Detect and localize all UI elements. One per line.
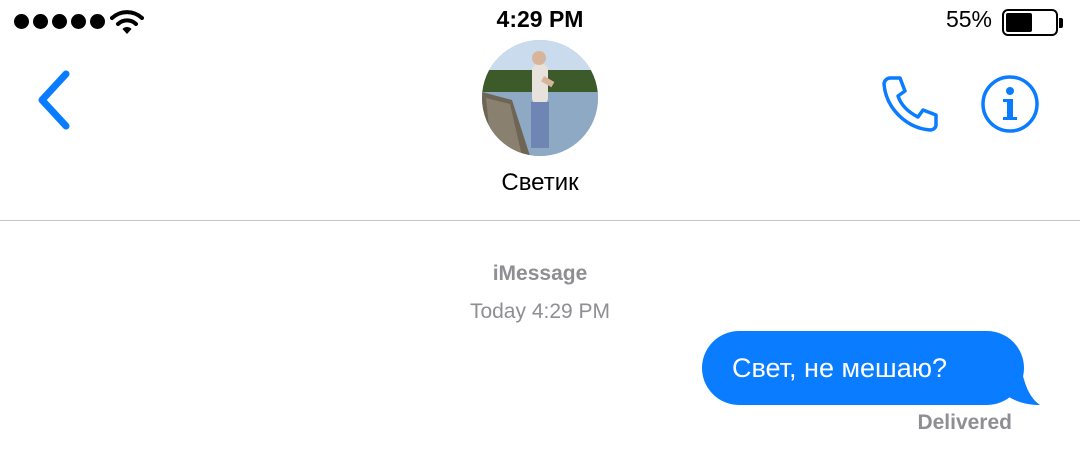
status-time: 4:29 PM	[496, 6, 584, 32]
avatar[interactable]	[482, 40, 598, 156]
contact-name[interactable]: Светик	[0, 169, 1080, 197]
battery-fill	[1006, 13, 1033, 32]
info-button[interactable]	[978, 72, 1042, 136]
battery-icon	[1002, 9, 1063, 36]
outgoing-message: Свет, не мешаю?	[702, 331, 1040, 407]
phone-icon	[882, 76, 938, 132]
status-bar: 4:29 PM 55%	[0, 0, 1080, 40]
call-button[interactable]	[878, 72, 942, 136]
info-icon	[981, 75, 1039, 133]
battery-percent: 55%	[945, 6, 992, 32]
service-label: iMessage	[492, 262, 588, 285]
chevron-left-icon	[38, 70, 70, 130]
conversation-header: Светик	[0, 40, 1080, 221]
message-timestamp: Today 4:29 PM	[469, 300, 611, 323]
delivery-status: Delivered	[917, 411, 1012, 434]
message-bubble[interactable]: Свет, не мешаю?	[702, 331, 1024, 405]
avatar-photo	[482, 40, 598, 156]
back-button[interactable]	[28, 68, 84, 132]
